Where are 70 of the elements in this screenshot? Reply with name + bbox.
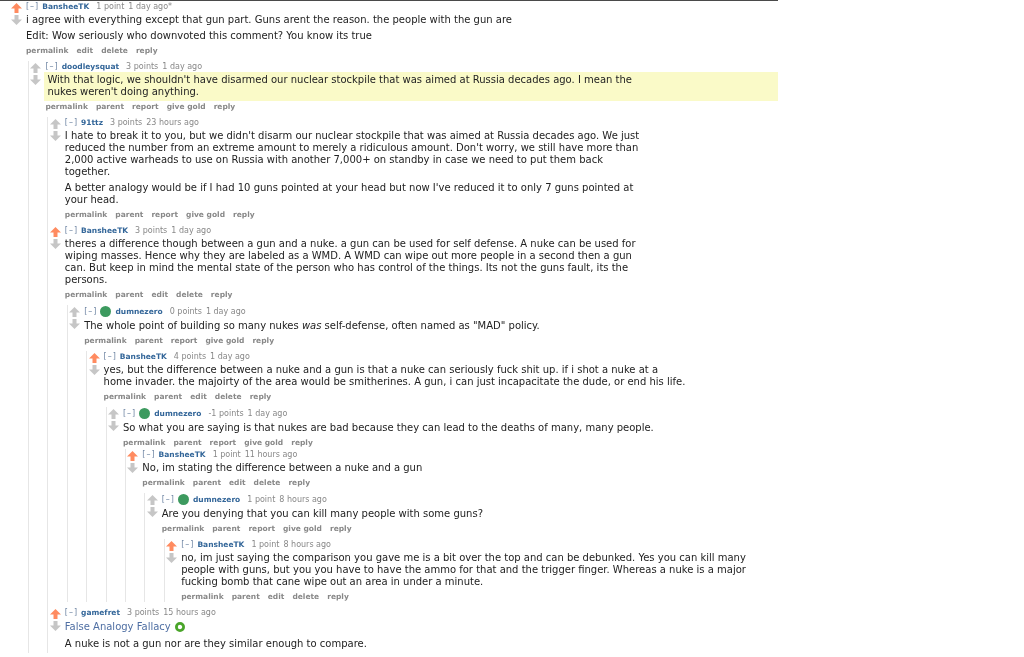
comment-text: So what you are saying is that nukes are bad because they can lead to the deaths of many, many people. xyxy=(122,422,655,434)
up-arrow-icon[interactable] xyxy=(146,495,158,505)
up-arrow-icon[interactable] xyxy=(49,119,61,129)
collapse-toggle[interactable]: [–] xyxy=(64,225,79,236)
score: 0 points xyxy=(169,306,202,317)
timestamp: 1 day ago xyxy=(247,408,288,419)
timestamp: 1 day ago xyxy=(205,306,246,317)
up-arrow-icon[interactable] xyxy=(127,451,139,461)
collapse-toggle[interactable]: [–] xyxy=(122,408,137,419)
score: 1 point xyxy=(96,1,125,12)
collapse-toggle[interactable]: [–] xyxy=(161,494,175,505)
down-arrow-icon[interactable] xyxy=(88,365,100,375)
collapse-toggle[interactable]: [–] xyxy=(84,306,98,317)
timestamp: 23 hours ago xyxy=(146,117,199,128)
score: 3 points xyxy=(127,607,160,618)
collapse-toggle[interactable]: [–] xyxy=(45,61,59,72)
collapse-toggle[interactable]: [–] xyxy=(103,351,117,362)
collapse-toggle[interactable]: [–] xyxy=(181,539,195,550)
ring-icon xyxy=(174,622,185,632)
down-arrow-icon[interactable] xyxy=(146,507,158,517)
comment-text: A better analogy would be if I had 10 guns pointed at your head but now I've reduced it to only 7 guns pointed at your head. xyxy=(64,182,635,206)
timestamp: 1 day ago xyxy=(210,351,250,362)
timestamp: 1 day ago* xyxy=(128,1,173,12)
down-arrow-icon[interactable] xyxy=(166,553,178,563)
comment-text: Are you denying that you can kill many people with some guns? xyxy=(161,508,484,520)
down-arrow-icon[interactable] xyxy=(107,421,119,431)
comment-text: With that logic, we shouldn't have disarmed our nuclear stockpile that was aimed at Russia decades ago. I mean the nukes weren't doing anything. xyxy=(47,74,633,98)
timestamp: 1 day ago xyxy=(162,61,203,72)
comment-text: The whole point of building so many nukes was self-defense, often named as "MAD" policy. xyxy=(84,320,541,332)
up-arrow-icon[interactable] xyxy=(49,227,61,237)
timestamp: 8 hours ago xyxy=(279,494,327,505)
comment-text: i agree with everything except that gun part. Guns arent the reason. the people with the gun are xyxy=(26,14,513,26)
collapse-toggle[interactable]: [–] xyxy=(64,117,79,128)
comment-text: A nuke is not a gun nor are they similar enough to compare. xyxy=(64,638,368,650)
link[interactable]: False Analogy Fallacy xyxy=(64,621,171,632)
up-arrow-icon[interactable] xyxy=(166,541,178,551)
score: 3 points xyxy=(135,225,168,236)
down-arrow-icon[interactable] xyxy=(30,75,42,85)
timestamp: 15 hours ago xyxy=(163,607,216,618)
down-arrow-icon[interactable] xyxy=(49,131,61,141)
score: 3 points xyxy=(110,117,143,128)
up-arrow-icon[interactable] xyxy=(30,63,42,73)
down-arrow-icon[interactable] xyxy=(69,319,81,329)
up-arrow-icon[interactable] xyxy=(69,307,81,317)
comment-text: I hate to break it to you, but we didn't disarm our nuclear stockpile that was aimed at Russia decades ago. We just reduced the number from an extreme amount to merely a ridiculous amount. Don't worry, we still have more than 2,000 active warheads to use on Russia with another 7,000+ on standby in case we need to put them back together. xyxy=(64,130,641,178)
score: -1 points xyxy=(208,408,244,419)
timestamp: 1 day ago xyxy=(171,225,212,236)
score: 4 points xyxy=(173,351,207,362)
score: 1 point xyxy=(212,449,241,460)
up-arrow-icon[interactable] xyxy=(49,609,61,619)
comment-text: yes, but the difference between a nuke and a gun is that a nuke can seriously fuck shit up. if i shot a nuke at a home invader. the majoirty of the area would be smitherines. A gun, i can just incapacitate the dude, or end his life. xyxy=(103,364,686,388)
down-arrow-icon[interactable] xyxy=(49,239,61,249)
down-arrow-icon[interactable] xyxy=(49,621,61,631)
collapse-toggle[interactable]: [–] xyxy=(64,607,79,618)
score: 3 points xyxy=(126,61,159,72)
comment-text: No, im stating the difference between a nuke and a gun xyxy=(142,462,424,474)
collapse-toggle[interactable]: [–] xyxy=(26,1,40,12)
comment-text: theres a difference though between a gun and a nuke. a gun can be used for self defense. A nuke can be used for wiping masses. Hence why they are labeled as a WMD. A WMD can wipe out more people in a second then a gun can. But keep in mind the mental state of the person who has control of the things. Its not the guns fault, its the persons. xyxy=(64,238,637,286)
down-arrow-icon[interactable] xyxy=(127,463,139,473)
timestamp: 11 hours ago xyxy=(244,449,298,460)
collapse-toggle[interactable]: [–] xyxy=(142,449,156,460)
up-arrow-icon[interactable] xyxy=(107,409,119,419)
up-arrow-icon[interactable] xyxy=(88,353,100,363)
score: 1 point xyxy=(247,494,276,505)
timestamp: 8 hours ago xyxy=(283,539,331,550)
down-arrow-icon[interactable] xyxy=(11,15,22,25)
score: 1 point xyxy=(251,539,280,550)
comment-text: Edit: Wow seriously who downvoted this comment? You know its true xyxy=(26,30,373,42)
up-arrow-icon[interactable] xyxy=(11,3,22,13)
comment-text: no, im just saying the comparison you gave me is a bit over the top and can be debunked. Yes you can kill many people with guns, but you you have to have the ammo for that and the trigger finger. Whereas a nuke is a major fucking bomb that cane wipe out an area in under a minute. xyxy=(181,552,747,588)
